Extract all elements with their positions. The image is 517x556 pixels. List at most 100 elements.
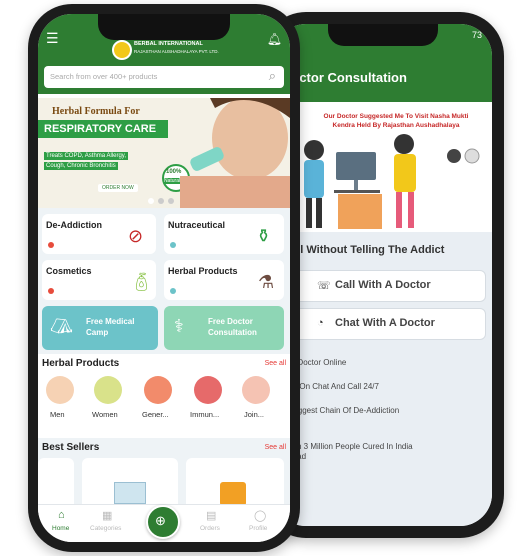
product-card[interactable]	[82, 458, 178, 510]
categories-icon: ▦	[102, 510, 113, 522]
herbal-item-label: Women	[92, 410, 118, 419]
category-card-deaddiction[interactable]: De-Addiction ⊘	[42, 214, 156, 254]
action-cards: ⛺︎ Free Medical Camp ⚕ Free Doctor Consu…	[38, 306, 290, 354]
category-label: Nutraceutical	[168, 220, 226, 230]
immunity-shield-icon[interactable]	[194, 376, 222, 404]
category-dot	[48, 242, 54, 248]
hero-title-line2: RESPIRATORY CARE	[44, 123, 157, 135]
herbal-section-title: Herbal Products	[42, 358, 120, 369]
men-avatar-icon[interactable]	[46, 376, 74, 404]
category-card-cosmetics[interactable]: Cosmetics 🧴︎	[42, 260, 156, 300]
herbal-item-label: Join...	[244, 410, 265, 419]
bottom-nav: ⌂ Home ▦ Categories ⊕ ▤ Orders ◯ Profile	[38, 504, 290, 542]
mortar-pestle-icon: ⚗	[258, 272, 275, 292]
brand-logo	[112, 40, 132, 60]
nav-home[interactable]: ⌂ Home	[48, 509, 84, 539]
call-doctor-button[interactable]: ☏ Call With A Doctor	[274, 270, 486, 302]
battery-percent: 73	[471, 30, 482, 40]
chat-icon: ◔	[317, 317, 324, 329]
herbal-item-label: Immun...	[190, 410, 220, 419]
orders-icon: ▤	[206, 510, 217, 522]
doctor-illustration-banner: Our Doctor Suggested Me To Visit Nasha M…	[274, 102, 492, 232]
home-icon: ⌂	[58, 509, 65, 521]
brand-subtitle: RAJASTHAN AUSHADHALAYA PVT. LTD.	[134, 49, 219, 54]
product-card[interactable]	[186, 458, 284, 510]
no-smoking-icon: ⊘	[128, 226, 144, 246]
bell-icon[interactable]: 🔔︎	[267, 32, 282, 46]
product-image	[114, 482, 146, 504]
product-card[interactable]	[38, 458, 74, 510]
back-app-header: 73 Doctor Consultation	[274, 24, 492, 102]
category-card-nutraceutical[interactable]: Nutraceutical ⚱	[164, 214, 284, 254]
front-phone-screen: ☰ BERBAL INTERNATIONAL RAJASTHAN AUSHADH…	[38, 14, 290, 542]
call-doctor-label: Call With A Doctor	[335, 279, 431, 291]
badge-natural: Natural	[164, 178, 181, 184]
category-label: Cosmetics	[46, 266, 92, 276]
category-dot	[170, 242, 176, 248]
nav-label: Profile	[249, 525, 268, 532]
category-label: De-Addiction	[46, 220, 102, 230]
nav-orders[interactable]: ▤ Orders	[196, 509, 232, 539]
chat-doctor-button[interactable]: ◔ Chat With A Doctor	[274, 308, 486, 340]
hamburger-menu-icon[interactable]: ☰	[46, 30, 59, 47]
women-avatar-icon[interactable]	[94, 376, 122, 404]
best-sellers-see-all-link[interactable]: See all	[265, 444, 286, 451]
herbal-see-all-link[interactable]: See all	[265, 360, 286, 367]
free-medical-camp-card[interactable]: ⛺︎ Free Medical Camp	[42, 306, 158, 350]
tent-icon: ⛺︎	[50, 316, 73, 336]
category-label: Herbal Products	[168, 266, 238, 276]
herbal-item-label: Gener...	[142, 410, 169, 419]
hero-banner[interactable]: Herbal Formula For RESPIRATORY CARE Trea…	[38, 98, 290, 208]
hero-title-band: RESPIRATORY CARE	[38, 120, 168, 138]
category-grid: De-Addiction ⊘ Nutraceutical ⚱ Cosmetics…	[38, 208, 290, 306]
nav-label: Orders	[200, 525, 220, 532]
doctor-consult-line2: Consultation	[208, 328, 257, 337]
nav-label: Home	[52, 525, 70, 532]
profile-icon: ◯	[254, 510, 267, 522]
woman-inhaler-image	[180, 98, 290, 208]
back-header-title: Doctor Consultation	[282, 70, 407, 85]
front-app-header: ☰ BERBAL INTERNATIONAL RAJASTHAN AUSHADH…	[38, 14, 290, 94]
basket-icon: ⊕	[155, 513, 166, 528]
battery-indicator: 73	[472, 30, 482, 40]
best-sellers-title: Best Sellers	[42, 442, 100, 453]
order-now-button[interactable]: ORDER NOW	[98, 184, 138, 192]
joint-care-icon[interactable]	[242, 376, 270, 404]
cosmetics-tube-icon: 🧴︎	[130, 272, 153, 292]
phone-icon: ☏	[317, 280, 331, 292]
doctor-consult-line1: Free Doctor	[208, 317, 253, 326]
cart-basket-button[interactable]: ⊕	[146, 505, 180, 539]
consultation-content: cohol Without Telling The Addict ☏ Call …	[274, 232, 492, 526]
free-doctor-consultation-card[interactable]: ⚕ Free Doctor Consultation	[164, 306, 284, 350]
doctor-patient-illustration	[304, 134, 480, 229]
nav-profile[interactable]: ◯ Profile	[244, 509, 280, 539]
brand-name: BERBAL INTERNATIONAL	[134, 41, 203, 47]
front-phone: ☰ BERBAL INTERNATIONAL RAJASTHAN AUSHADH…	[28, 4, 300, 552]
back-phone-screen: 73 Doctor Consultation Our Doctor Sugges…	[274, 24, 492, 526]
search-icon[interactable]: ⌕	[269, 68, 276, 84]
hero-desc-line1: Treats COPD, Asthma Allergy,	[44, 152, 129, 160]
search-input[interactable]: Search from over 400+ products	[50, 72, 157, 81]
carousel-dot[interactable]	[168, 198, 174, 204]
herbal-products-section: Herbal Products See all Men Women Gener.…	[38, 354, 290, 438]
doctor-icon: ⚕	[174, 316, 184, 336]
general-health-icon[interactable]	[144, 376, 172, 404]
search-bar[interactable]: Search from over 400+ products ⌕	[44, 66, 284, 88]
medical-camp-line1: Free Medical	[86, 317, 135, 326]
front-notch	[98, 14, 230, 40]
category-dot	[170, 288, 176, 294]
carousel-dot[interactable]	[158, 198, 164, 204]
carousel-dot[interactable]	[148, 198, 154, 204]
medical-camp-line2: Camp	[86, 328, 109, 337]
category-dot	[48, 288, 54, 294]
category-card-herbal[interactable]: Herbal Products ⚗	[164, 260, 284, 300]
hero-desc-line2: Cough, Chronic Bronchitis	[44, 162, 118, 170]
nav-label: Categories	[90, 525, 122, 532]
hero-title-line1: Herbal Formula For	[52, 106, 140, 117]
herbal-item-label: Men	[50, 410, 65, 419]
nav-categories[interactable]: ▦ Categories	[88, 509, 132, 539]
supplement-bottle-icon: ⚱	[256, 226, 272, 246]
chat-doctor-label: Chat With A Doctor	[335, 317, 435, 329]
best-sellers-section: Best Sellers See all	[38, 438, 290, 510]
product-image	[220, 482, 246, 506]
